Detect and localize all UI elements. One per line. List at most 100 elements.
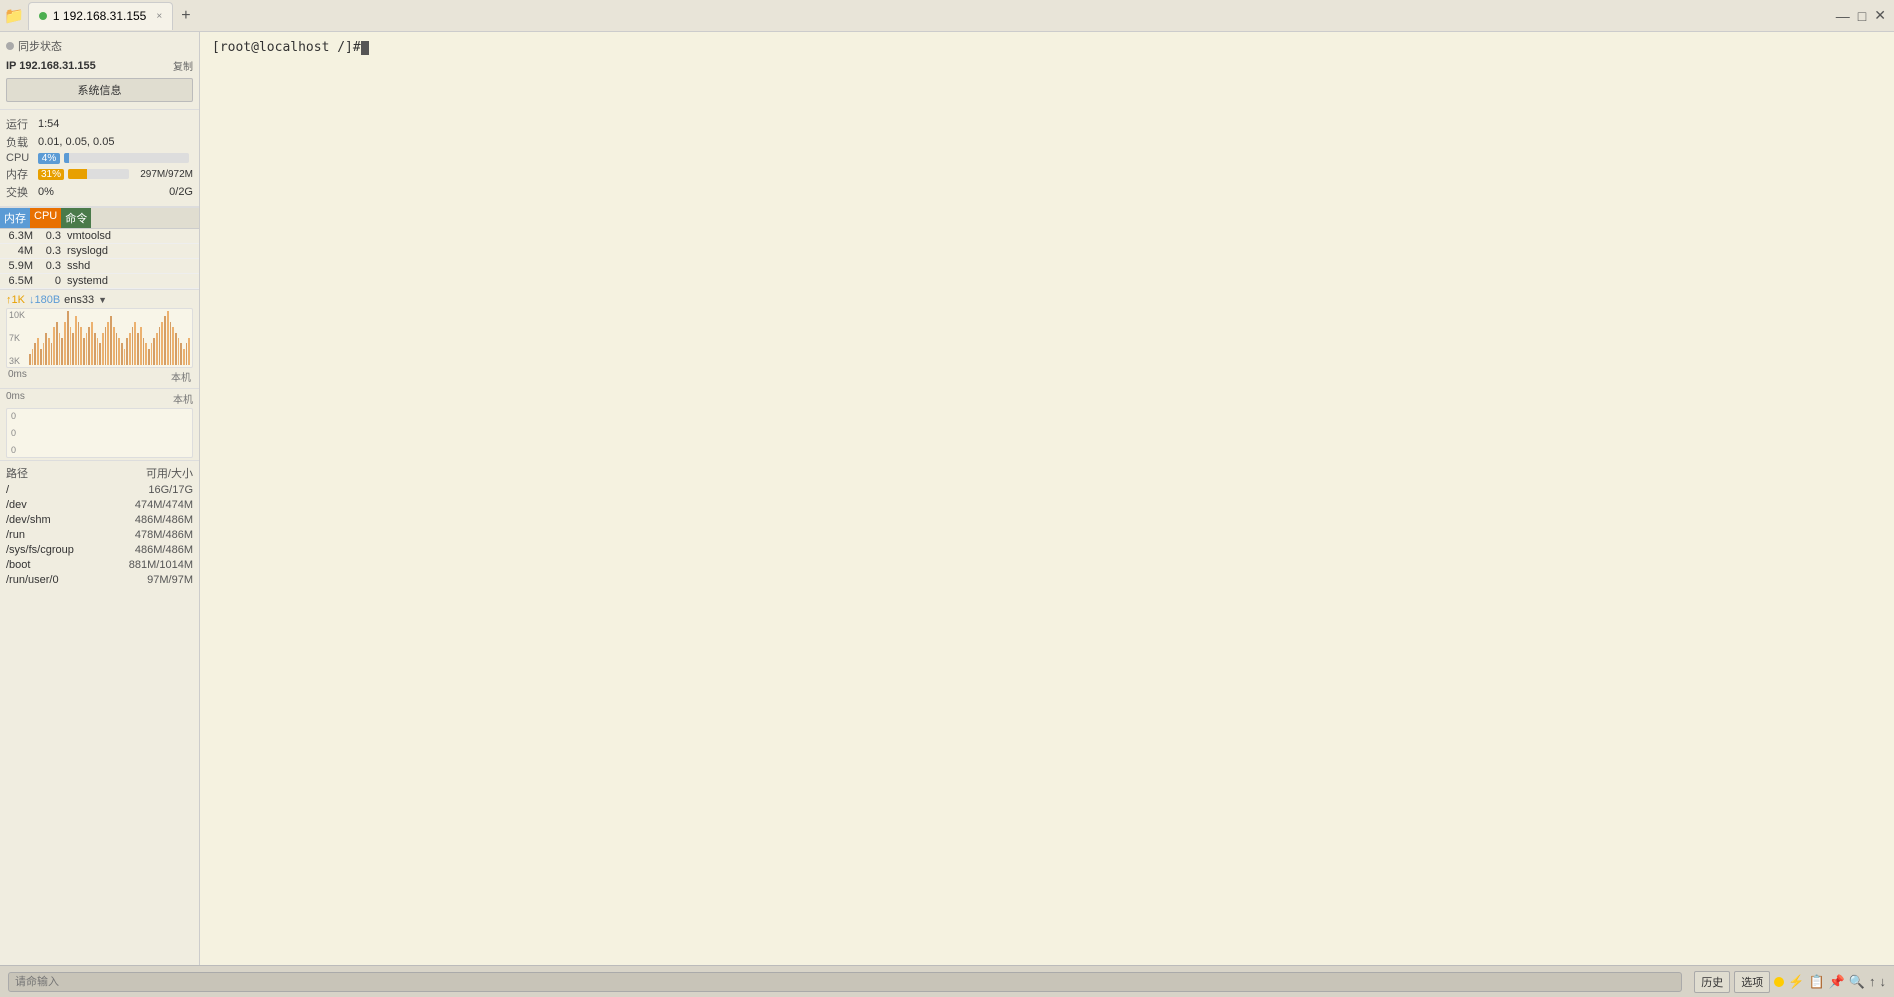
proc-mem: 6.3M xyxy=(0,230,36,242)
net-dropdown[interactable]: ▼ xyxy=(98,295,107,305)
chart-bar xyxy=(178,338,180,365)
chart-bar xyxy=(86,333,88,365)
chart-bar xyxy=(113,327,115,365)
pin-icon[interactable]: 📌 xyxy=(1829,974,1845,990)
options-button[interactable]: 选项 xyxy=(1734,971,1770,993)
chart-bar xyxy=(167,311,169,365)
disk-path: /dev xyxy=(6,499,135,511)
table-row[interactable]: 4M 0.3 rsyslogd xyxy=(0,244,199,259)
chart-bar xyxy=(156,333,158,365)
list-item[interactable]: /run/user/0 97M/97M xyxy=(6,573,193,588)
close-button[interactable]: ✕ xyxy=(1874,7,1886,24)
scroll-up-icon[interactable]: ↑ xyxy=(1869,974,1876,989)
proc-cpu: 0 xyxy=(36,275,64,287)
sidebar-top: 同步状态 IP 192.168.31.155 复制 系统信息 xyxy=(0,32,199,110)
proc-header-cmd[interactable]: 命令 xyxy=(61,208,91,228)
disk-path: /dev/shm xyxy=(6,514,135,526)
net-up: ↑1K xyxy=(6,294,25,306)
load-value: 0.01, 0.05, 0.05 xyxy=(38,136,193,148)
chart-bar xyxy=(34,343,36,365)
ping-section: 0ms 本机 0 0 0 xyxy=(0,388,199,460)
chart-bar xyxy=(88,327,90,365)
list-item[interactable]: / 16G/17G xyxy=(6,483,193,498)
proc-mem: 6.5M xyxy=(0,275,36,287)
net-y-3k: 3K xyxy=(9,356,25,366)
disk-size: 474M/474M xyxy=(135,499,193,511)
disk-rows: / 16G/17G /dev 474M/474M /dev/shm 486M/4… xyxy=(6,483,193,588)
disk-path: / xyxy=(6,484,148,496)
search-icon[interactable]: 🔍 xyxy=(1849,974,1865,990)
sys-info-button[interactable]: 系统信息 xyxy=(6,78,193,102)
scroll-down-icon[interactable]: ↓ xyxy=(1880,974,1887,989)
sync-status: 同步状态 xyxy=(6,36,193,56)
ping-val-2: 0 xyxy=(11,445,16,455)
net-y-labels: 10K 7K 3K xyxy=(9,309,25,367)
add-tab-button[interactable]: + xyxy=(175,7,196,25)
swap-percent: 0% xyxy=(38,186,116,198)
list-item[interactable]: /dev/shm 486M/486M xyxy=(6,513,193,528)
disk-col-size: 可用/大小 xyxy=(146,465,193,481)
chart-bar xyxy=(105,327,107,365)
chart-bar xyxy=(129,333,131,365)
chart-bar xyxy=(183,349,185,365)
chart-bar xyxy=(48,338,50,365)
prompt-text: [root@localhost /]# xyxy=(212,40,361,55)
network-section: ↑1K ↓180B ens33 ▼ 10K 7K 3K 0ms 本机 xyxy=(0,289,199,388)
terminal-area[interactable]: [root@localhost /]# xyxy=(200,32,1894,965)
chart-bar xyxy=(51,343,53,365)
minimize-button[interactable]: — xyxy=(1836,8,1850,24)
chart-bar xyxy=(132,327,134,365)
chart-bar xyxy=(43,343,45,365)
terminal-prompt: [root@localhost /]# xyxy=(212,40,1882,55)
table-row[interactable]: 5.9M 0.3 sshd xyxy=(0,259,199,274)
maximize-button[interactable]: □ xyxy=(1858,8,1866,24)
uptime-label: 运行 xyxy=(6,116,38,132)
terminal-content[interactable]: [root@localhost /]# xyxy=(200,32,1894,965)
chart-bar xyxy=(140,327,142,365)
process-header: 内存 CPU 命令 xyxy=(0,208,199,229)
sync-dot xyxy=(6,42,14,50)
table-row[interactable]: 6.5M 0 systemd xyxy=(0,274,199,289)
disk-path: /run/user/0 xyxy=(6,574,147,586)
copy-ip-button[interactable]: 复制 xyxy=(173,58,193,73)
net-y-10k: 10K xyxy=(9,310,25,320)
network-chart-bars xyxy=(7,309,192,367)
cmd-input[interactable] xyxy=(8,972,1682,992)
list-item[interactable]: /boot 881M/1014M xyxy=(6,558,193,573)
chart-bar xyxy=(161,322,163,365)
net-x-left: 0ms xyxy=(8,369,27,384)
disk-size: 486M/486M xyxy=(135,514,193,526)
proc-header-cpu[interactable]: CPU xyxy=(30,208,61,228)
lightning-icon[interactable]: ⚡ xyxy=(1788,974,1804,990)
chart-bar xyxy=(148,349,150,365)
disk-path: /sys/fs/cgroup xyxy=(6,544,135,556)
disk-size: 486M/486M xyxy=(135,544,193,556)
chart-bar xyxy=(40,349,42,365)
list-item[interactable]: /sys/fs/cgroup 486M/486M xyxy=(6,543,193,558)
proc-header-mem[interactable]: 内存 xyxy=(0,208,30,228)
chart-bar xyxy=(99,343,101,365)
cpu-badge: 4% xyxy=(38,153,60,164)
chart-bar xyxy=(116,333,118,365)
ip-row: IP 192.168.31.155 复制 xyxy=(6,56,193,75)
chart-bar xyxy=(159,327,161,365)
chart-bar xyxy=(61,338,63,365)
bottom-toolbar: 历史 选项 ⚡ 📋 📌 🔍 ↑ ↓ xyxy=(0,965,1894,997)
clipboard-icon[interactable]: 📋 xyxy=(1808,974,1824,990)
list-item[interactable]: /run 478M/486M xyxy=(6,528,193,543)
disk-size: 881M/1014M xyxy=(129,559,193,571)
disk-size: 16G/17G xyxy=(148,484,193,496)
net-x-right: 本机 xyxy=(171,369,191,384)
tab-item[interactable]: 1 192.168.31.155 × xyxy=(28,2,173,30)
list-item[interactable]: /dev 474M/474M xyxy=(6,498,193,513)
system-info: 运行 1:54 负载 0.01, 0.05, 0.05 CPU 4% 内存 31… xyxy=(0,110,199,207)
chart-bar xyxy=(80,327,82,365)
tab-close-button[interactable]: × xyxy=(156,11,162,22)
chart-bar xyxy=(153,338,155,365)
chart-bar xyxy=(175,333,177,365)
main-layout: 同步状态 IP 192.168.31.155 复制 系统信息 运行 1:54 负… xyxy=(0,32,1894,965)
proc-cpu: 0.3 xyxy=(36,245,64,257)
table-row[interactable]: 6.3M 0.3 vmtoolsd xyxy=(0,229,199,244)
disk-path: /boot xyxy=(6,559,129,571)
history-button[interactable]: 历史 xyxy=(1694,971,1730,993)
